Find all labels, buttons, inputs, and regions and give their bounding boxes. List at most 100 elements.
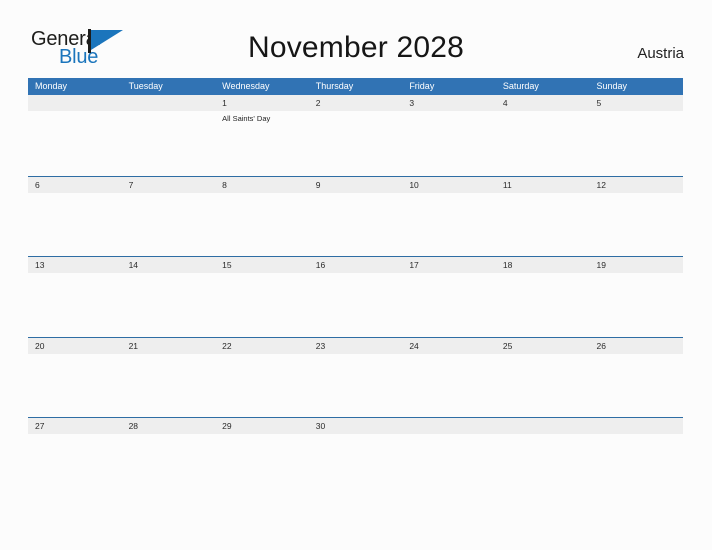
weekday-header-sunday: Sunday [596,81,627,91]
day-number: 10 [409,179,419,190]
day-cell[interactable]: 8 [215,177,309,257]
day-cell[interactable]: 12 [589,177,683,257]
day-events [409,434,496,437]
day-number [409,418,496,434]
day-cell[interactable]: 10 [402,177,496,257]
day-events [35,354,122,357]
day-number: 16 [315,260,326,270]
country-label: Austria [637,45,684,62]
day-cell[interactable]: 18 [496,257,590,337]
calendar-week-row: 1 All Saints' Day 2 3 4 5 [28,95,683,176]
day-cell[interactable]: 29 [215,418,309,498]
week-days: 13 14 15 16 17 18 19 [28,257,683,337]
day-number: 27 [35,421,45,431]
day-events [409,354,496,357]
day-cell[interactable]: 6 [28,177,122,257]
week-days: 20 21 22 23 24 25 26 [28,338,683,418]
day-number: 28 [128,421,139,431]
day-cell[interactable]: 30 [309,418,403,498]
day-events [35,111,122,114]
week-days: 27 28 29 30 [28,418,683,498]
calendar-week-row: 27 28 29 30 [28,417,683,498]
day-number: 2 [315,98,321,108]
day-number: 19 [596,260,606,270]
calendar-page: General Blue November 2028 Austria Monda… [0,0,712,550]
day-cell[interactable]: 7 [122,177,216,257]
day-cell[interactable]: 16 [309,257,403,337]
day-cell-empty [589,418,683,498]
day-cell[interactable]: 23 [309,338,403,418]
weekday-header-tuesday: Tuesday [128,81,163,91]
day-events [316,354,403,357]
weekday-header-row: Monday Tuesday Wednesday Thursday Friday… [28,78,683,95]
day-number: 29 [222,421,232,431]
weekday-header-friday: Friday [409,81,435,91]
day-cell[interactable]: 21 [122,338,216,418]
day-cell[interactable]: 14 [122,257,216,337]
day-events [222,354,309,357]
day-events [503,111,590,114]
day-cell[interactable]: 19 [589,257,683,337]
day-cell[interactable]: 3 [402,95,496,175]
day-cell[interactable]: 20 [28,338,122,418]
day-number: 21 [128,340,139,351]
calendar-week-row: 6 7 8 9 10 11 12 [28,175,683,257]
weekday-header-monday: Monday [35,81,68,91]
day-events [129,434,216,437]
day-cell-empty [496,418,590,498]
day-number: 17 [409,260,419,270]
day-events [596,434,683,437]
day-number: 20 [35,340,45,351]
day-cell[interactable]: 1 All Saints' Day [215,95,309,175]
day-cell[interactable]: 25 [496,338,590,418]
holiday-label: All Saints' Day [222,114,271,123]
day-events [222,193,309,196]
day-cell[interactable]: 22 [215,338,309,418]
day-number: 13 [35,260,45,270]
day-number: 15 [222,260,232,270]
calendar-weeks: 1 All Saints' Day 2 3 4 5 6 7 8 9 10 11 12 13 14 15 16 17… [28,95,683,498]
day-events [503,434,590,437]
day-number: 11 [502,179,512,190]
day-cell[interactable]: 24 [402,338,496,418]
day-number: 25 [502,340,513,351]
day-number: 8 [222,179,227,190]
calendar-week-row: 13 14 15 16 17 18 19 [28,256,683,337]
day-number: 26 [596,340,606,351]
day-events [409,273,496,276]
day-number [503,418,590,434]
day-number: 18 [502,260,513,270]
day-cell[interactable]: 27 [28,418,122,498]
day-cell[interactable]: 2 [309,95,403,175]
calendar-week-row: 20 21 22 23 24 25 26 [28,336,683,418]
day-cell[interactable]: 15 [215,257,309,337]
day-cell-empty [28,95,122,175]
day-cell[interactable]: 5 [589,95,683,175]
day-number: 3 [409,98,415,108]
day-number: 30 [315,421,326,431]
day-events [503,354,590,357]
page-title: November 2028 [247,31,465,64]
day-cell[interactable]: 11 [496,177,590,257]
weekday-header-wednesday: Wednesday [222,81,270,91]
day-cell[interactable]: 26 [589,338,683,418]
day-events [222,434,309,437]
day-cell[interactable]: 13 [28,257,122,337]
weekday-header-thursday: Thursday [315,81,354,91]
day-cell-empty [402,418,496,498]
day-events [596,193,683,196]
day-number: 12 [596,179,606,190]
day-cell[interactable]: 28 [122,418,216,498]
day-cell[interactable]: 4 [496,95,590,175]
day-number: 1 [222,98,227,108]
day-events [129,193,216,196]
week-days: 1 All Saints' Day 2 3 4 5 [28,95,683,175]
day-cell[interactable]: 17 [402,257,496,337]
day-cell-empty [122,95,216,175]
day-events [503,273,590,276]
day-events [129,354,216,357]
day-number [596,418,683,434]
day-number [129,95,216,111]
day-cell[interactable]: 9 [309,177,403,257]
day-events [596,273,683,276]
